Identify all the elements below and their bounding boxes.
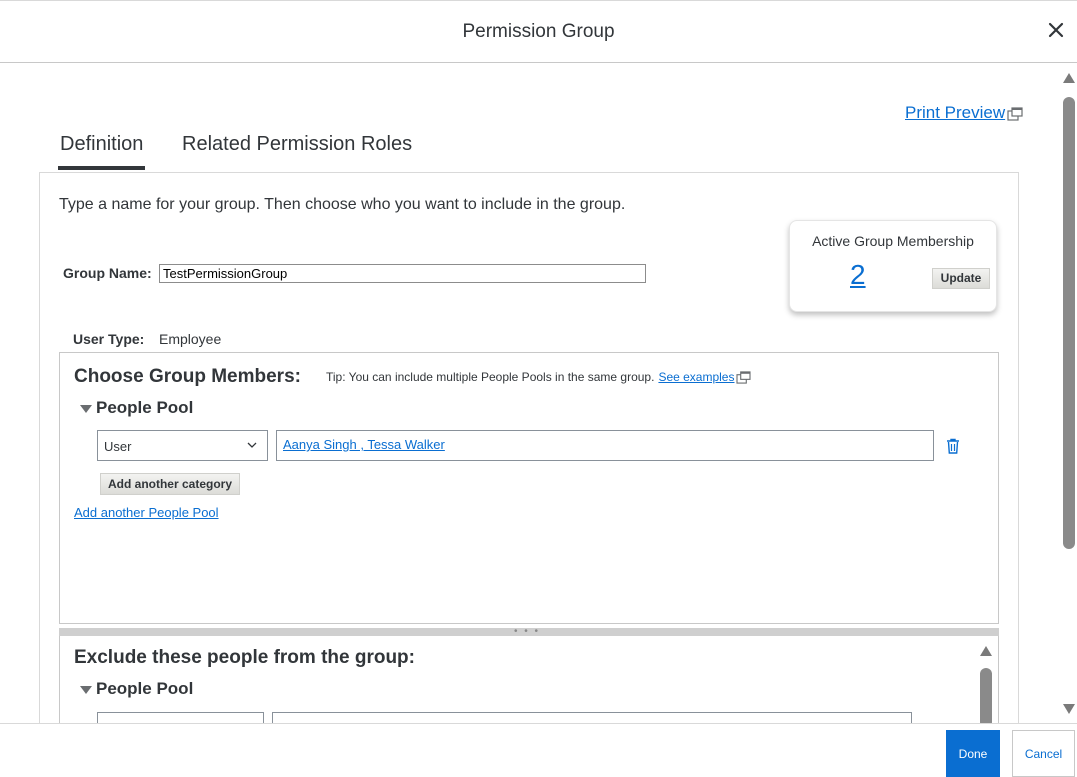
add-category-button[interactable]: Add another category	[100, 473, 240, 495]
print-preview-label: Print Preview	[905, 103, 1006, 122]
category-select-value: User	[104, 439, 132, 454]
user-type-value: Employee	[159, 331, 222, 347]
tip-text: Tip: You can include multiple People Poo…	[326, 370, 752, 384]
done-button[interactable]: Done	[946, 730, 1000, 777]
collapse-triangle-icon	[80, 404, 92, 413]
group-name-input[interactable]	[159, 264, 646, 283]
tab-definition[interactable]: Definition	[57, 133, 146, 170]
scroll-down-icon[interactable]	[1063, 704, 1075, 714]
membership-count-link[interactable]: 2	[850, 259, 866, 291]
cancel-button[interactable]: Cancel	[1012, 730, 1075, 777]
dialog-header: Permission Group	[0, 1, 1077, 63]
tab-related-permission-roles[interactable]: Related Permission Roles	[182, 133, 412, 156]
category-select[interactable]: User	[97, 430, 268, 461]
selected-users-link[interactable]: Aanya Singh , Tessa Walker	[283, 437, 445, 452]
dialog-footer: Done Cancel	[0, 723, 1077, 777]
intro-text: Type a name for your group. Then choose …	[59, 196, 626, 213]
dialog-scrollbar[interactable]	[1062, 71, 1076, 716]
choose-members-title: Choose Group Members:	[74, 366, 301, 387]
tip-label: Tip: You can include multiple People Poo…	[326, 370, 655, 384]
exclude-people-pool-header[interactable]: People Pool	[80, 679, 193, 699]
user-type-label: User Type:	[73, 331, 145, 347]
grip-dots-icon: • • •	[514, 626, 541, 637]
scroll-up-icon[interactable]	[980, 646, 992, 656]
exclude-category-value-field[interactable]	[272, 712, 912, 723]
add-people-pool-link[interactable]: Add another People Pool	[74, 505, 219, 520]
update-button[interactable]: Update	[932, 268, 990, 289]
dialog-content: Print Preview Definition Related Permiss…	[0, 63, 1060, 723]
external-window-icon	[736, 371, 752, 384]
active-membership-label: Active Group Membership	[812, 233, 974, 249]
see-examples-link[interactable]: See examples	[658, 370, 734, 384]
group-name-label: Group Name:	[63, 265, 152, 281]
permission-group-dialog: Permission Group Print Preview Definitio…	[0, 0, 1077, 777]
chevron-down-icon	[247, 442, 257, 448]
exclude-scrollbar[interactable]	[979, 646, 993, 723]
trash-icon[interactable]	[946, 438, 960, 454]
scroll-thumb[interactable]	[1063, 97, 1075, 549]
external-window-icon	[1007, 106, 1023, 121]
exclude-box: Exclude these people from the group: Peo…	[59, 636, 999, 723]
people-pool-header[interactable]: People Pool	[80, 398, 193, 418]
close-icon[interactable]	[1045, 19, 1067, 41]
collapse-triangle-icon	[80, 685, 92, 694]
scroll-thumb[interactable]	[980, 668, 992, 723]
resize-splitter[interactable]: • • •	[59, 626, 999, 637]
active-group-membership-card: Active Group Membership 2 Update	[789, 220, 997, 312]
category-value-field: Aanya Singh , Tessa Walker	[276, 430, 934, 461]
exclude-title: Exclude these people from the group:	[74, 647, 415, 668]
scroll-up-icon[interactable]	[1063, 73, 1075, 83]
print-preview-link[interactable]: Print Preview	[905, 103, 1023, 123]
exclude-people-pool-title: People Pool	[96, 679, 194, 698]
dialog-title: Permission Group	[462, 21, 615, 42]
exclude-category-select[interactable]	[97, 712, 264, 723]
people-pool-title: People Pool	[96, 398, 194, 417]
